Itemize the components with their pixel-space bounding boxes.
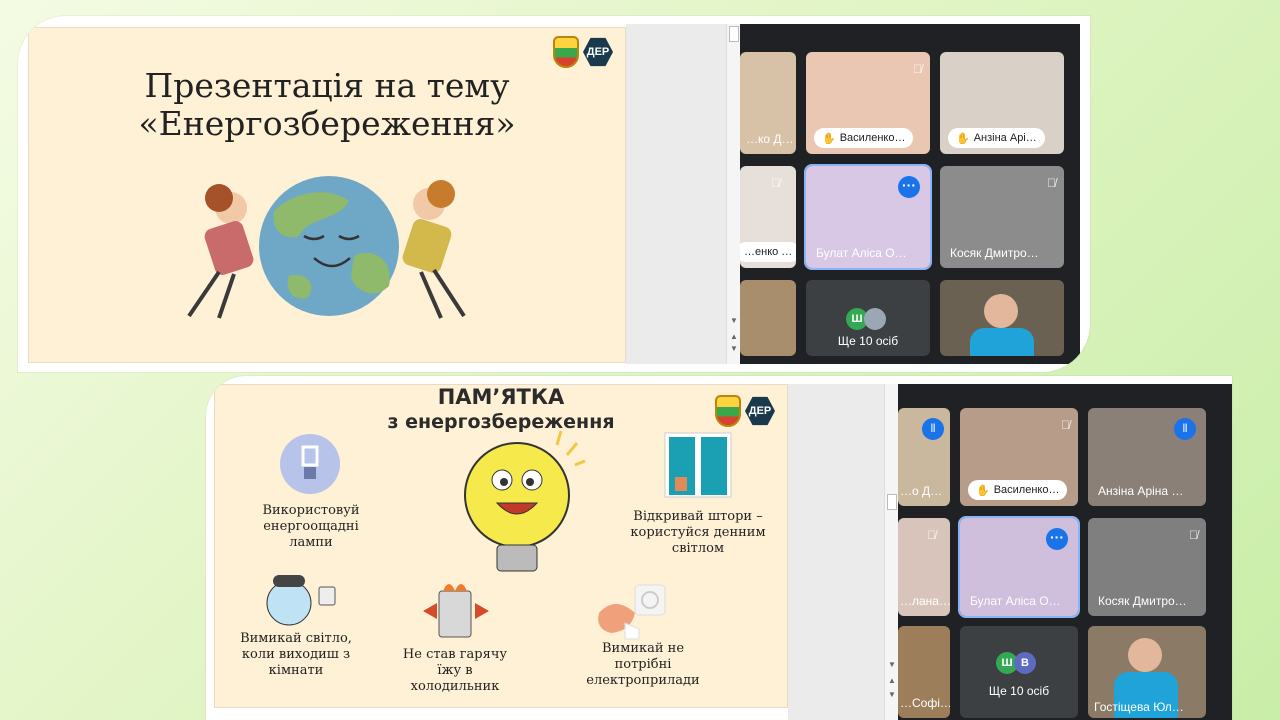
mic-off-icon: 🎙̸ (1047, 176, 1056, 190)
presentation-margin (788, 384, 884, 720)
participant-name-chip: …енко … (740, 242, 796, 262)
participant-name: Анзіна Аріна … (1098, 484, 1184, 498)
more-participants-label: Ще 10 осіб (837, 334, 899, 348)
slide-scrollbar[interactable]: ▼ ▲ ▼ (884, 384, 899, 720)
hot-food-fridge-icon (423, 584, 489, 638)
mic-off-icon: 🎙̸ (1061, 418, 1070, 432)
tip-unplug-appliances: Вимикай не потрібні електроприлади (586, 641, 700, 688)
participant-tile[interactable]: 🎙̸ …лана… (898, 518, 950, 616)
participant-tile[interactable]: ✋ Анзіна Арі… (940, 52, 1064, 154)
tip-open-curtains: Відкривай штори – користуйся денним світ… (630, 509, 766, 556)
energy-saving-lamp-icon (280, 434, 340, 494)
prev-slide-icon[interactable]: ▲ (885, 676, 899, 685)
participant-tile[interactable]: 🎙̸ ✋ Василенко… (806, 52, 930, 154)
hand-raised-icon: ✋ (822, 132, 836, 145)
scroll-down-icon[interactable]: ▼ (885, 660, 899, 669)
participant-tile-active[interactable]: ··· Булат Аліса О… (804, 164, 932, 270)
more-options-icon[interactable]: ··· (1046, 528, 1068, 550)
slide-title-line2: «Енергозбереження» (138, 104, 516, 143)
der-logo: ДЕР (583, 37, 613, 67)
participant-tile[interactable]: 🎙̸ …енко … (740, 166, 796, 268)
slide-memo: ДЕР ПАМ’ЯТКА з енергозбереження Використ… (214, 384, 788, 708)
participant-name: …лана… (900, 594, 950, 608)
participant-tile[interactable]: ⦀ …о Д… (898, 408, 950, 506)
participant-tile[interactable] (940, 280, 1064, 356)
hand-raised-icon: ✋ (976, 484, 990, 497)
more-options-icon[interactable]: ··· (898, 176, 920, 198)
participant-avatar: В (1014, 652, 1036, 674)
speaking-indicator-icon: ⦀ (1174, 418, 1196, 440)
slide-title-line1: Презентація на тему (144, 66, 510, 105)
more-participants-tile[interactable]: Ш В Ще 10 осіб (960, 626, 1078, 718)
memo-title: ПАМ’ЯТКА (437, 385, 565, 409)
participant-tile[interactable]: …ко Д… (740, 52, 796, 154)
participant-name: Булат Аліса О… (970, 594, 1061, 608)
hand-raised-icon: ✋ (956, 132, 970, 145)
slide-title: ДЕР Презентація на тему «Енергозбереженн… (28, 27, 626, 363)
participant-name-chip: ✋ Василенко… (814, 128, 914, 148)
logo-group: ДЕР (553, 36, 613, 68)
scrollbar-thumb[interactable] (729, 26, 739, 42)
prev-slide-icon[interactable]: ▲ (727, 332, 741, 341)
participant-tile-active[interactable]: ··· Булат Аліса О… (958, 516, 1080, 618)
next-slide-icon[interactable]: ▼ (727, 344, 741, 353)
light-bulb-mascot-illustration (464, 430, 586, 572)
participant-tile[interactable]: 🎙̸ ✋ Василенко… (960, 408, 1078, 506)
scroll-down-icon[interactable]: ▼ (727, 316, 741, 325)
tip-turn-off-light: Вимикай світло, коли виходиш з кімнати (240, 631, 352, 678)
participant-tile[interactable]: Гостіщева Юл… (1088, 626, 1206, 718)
participant-name-chip: ✋ Василенко… (968, 480, 1068, 500)
tip-no-hot-food-fridge: Не став гарячу їжу в холодильник (402, 647, 508, 694)
participant-name-chip: ✋ Анзіна Арі… (948, 128, 1045, 148)
screenshot-card-bottom: ДЕР ПАМ’ЯТКА з енергозбереження Використ… (206, 376, 1232, 720)
more-participants-label: Ще 10 осіб (988, 684, 1050, 698)
participant-name: …о Д… (900, 484, 943, 498)
scrollbar-thumb[interactable] (887, 494, 897, 510)
screenshot-card-top: ДЕР Презентація на тему «Енергозбереженн… (18, 16, 1090, 372)
participant-name: …Софі… (900, 696, 950, 710)
earth-hug-illustration (187, 176, 466, 319)
participant-name: Косяк Дмитро… (1098, 594, 1187, 608)
participant-tile[interactable]: 🎙̸ Косяк Дмитро… (1088, 518, 1206, 616)
mic-off-icon: 🎙̸ (1189, 528, 1198, 542)
meet-grid-bottom: ⦀ …о Д… 🎙̸ ✋ Василенко… ⦀ Анзіна Аріна … … (898, 384, 1232, 720)
speaking-indicator-icon: ⦀ (922, 418, 944, 440)
presentation-margin (626, 24, 726, 364)
participant-name: Булат Аліса О… (816, 246, 907, 260)
unplug-appliance-icon (598, 584, 666, 640)
participant-tile[interactable]: 🎙̸ Косяк Дмитро… (940, 166, 1064, 268)
window-curtains-icon (664, 432, 732, 498)
mic-off-icon: 🎙̸ (927, 528, 936, 542)
participant-name: …ко Д… (746, 132, 794, 146)
light-switch-mascot-icon (266, 575, 336, 626)
tip-energy-saving-lamps: Використовуй енергоощадні лампи (262, 503, 360, 550)
participant-tile[interactable] (740, 280, 796, 356)
coat-of-arms-icon (553, 36, 579, 68)
participant-avatar-photo (864, 308, 886, 330)
participant-tile[interactable]: ⦀ Анзіна Аріна … (1088, 408, 1206, 506)
participant-name: Гостіщева Юл… (1094, 700, 1184, 714)
slide-scrollbar[interactable]: ▼ ▲ ▼ (726, 24, 741, 364)
next-slide-icon[interactable]: ▼ (885, 690, 899, 699)
participant-name: Косяк Дмитро… (950, 246, 1039, 260)
participant-tile[interactable]: …Софі… (898, 626, 950, 718)
mic-off-icon: 🎙̸ (913, 62, 922, 76)
mic-off-icon: 🎙̸ (771, 176, 780, 190)
more-participants-tile[interactable]: Ш Ще 10 осіб (806, 280, 930, 356)
meet-grid-top: …ко Д… 🎙̸ ✋ Василенко… ✋ Анзіна Арі… 🎙̸ …е… (740, 24, 1080, 364)
